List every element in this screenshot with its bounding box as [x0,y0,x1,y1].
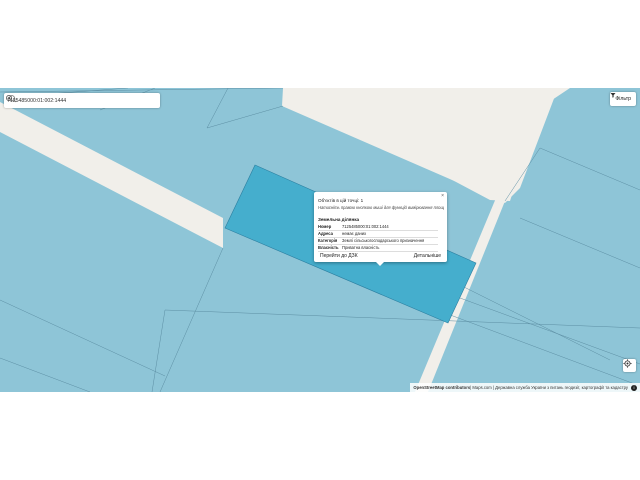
info-row-ownership: Власність Приватна власність [318,245,438,252]
locate-button[interactable] [623,359,636,372]
info-icon[interactable]: i [631,384,637,391]
objects-count: Об'єктів в цій точці: 1 [318,198,364,203]
row-key: Номер [318,224,332,229]
close-icon[interactable]: × [441,193,444,199]
info-row-number: Номер 7125485000:01:002:1444 [318,224,438,231]
info-row-address: Адреса немає даних [318,231,438,238]
osm-link[interactable]: OpenStreetMap contributors [413,385,470,390]
row-value: Приватна власність [342,245,380,250]
goto-dzk-link[interactable]: Перейти до ДЗК [320,253,358,259]
row-key: Адреса [318,231,333,236]
attribution-text: | Maps.com | Державна служба України з п… [470,385,628,390]
details-link[interactable]: Детальніше [414,253,441,259]
info-row-category: Категорія Землі сільськогосподарського п… [318,238,438,245]
filter-button[interactable]: Фільтр [610,92,636,106]
row-key: Власність [318,245,339,250]
row-value: 7125485000:01:002:1444 [342,224,389,229]
row-value: Землі сільськогосподарського призначення [342,238,425,243]
row-value: немає даних [342,231,367,236]
filter-label: Фільтр [615,96,631,102]
search-input[interactable]: 7125485000:01:002:1444 [7,98,160,104]
measure-hint: Натисніть правою кнопкою миші для функці… [318,205,444,210]
cadastral-map[interactable]: 7125485000:01:002:1444 Фільтр × Об'єктів… [0,88,640,392]
filter-icon [610,93,616,98]
map-attribution: OpenStreetMap contributors | Maps.com | … [410,383,640,392]
crosshair-icon [623,359,632,368]
section-title: Земельна ділянка [318,217,360,222]
search-bar[interactable]: 7125485000:01:002:1444 [4,93,160,108]
clear-search-icon[interactable] [4,93,14,103]
row-key: Категорія [318,238,338,243]
parcel-popup: × Об'єктів в цій точці: 1 Натисніть прав… [314,192,447,266]
